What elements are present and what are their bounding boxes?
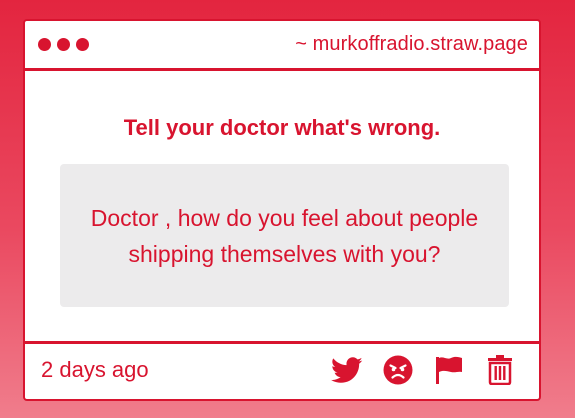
report-button[interactable]: [432, 353, 466, 387]
card-content: Tell your doctor what's wrong. Doctor , …: [25, 71, 539, 343]
share-twitter-button[interactable]: [330, 353, 364, 387]
message-card: ~ murkoffradio.straw.page Tell your doct…: [23, 19, 541, 401]
trash-icon: [488, 355, 512, 385]
message-text: Doctor , how do you feel about people sh…: [90, 204, 479, 267]
window-dot-1: [38, 38, 51, 51]
window-controls: [38, 38, 89, 51]
prompt-headline: Tell your doctor what's wrong.: [123, 115, 441, 140]
timestamp: 2 days ago: [41, 357, 149, 382]
window-dot-2: [57, 38, 70, 51]
angry-face-icon: [383, 355, 413, 385]
message-bubble: Doctor , how do you feel about people sh…: [60, 164, 509, 307]
delete-button[interactable]: [483, 353, 517, 387]
window-dot-3: [76, 38, 89, 51]
page-url[interactable]: ~ murkoffradio.straw.page: [295, 33, 528, 56]
window-titlebar: ~ murkoffradio.straw.page: [25, 21, 539, 71]
flag-icon: [436, 356, 462, 384]
action-bar: [330, 353, 517, 387]
twitter-icon: [331, 356, 363, 383]
card-footer: 2 days ago: [25, 341, 539, 399]
react-angry-button[interactable]: [381, 353, 415, 387]
